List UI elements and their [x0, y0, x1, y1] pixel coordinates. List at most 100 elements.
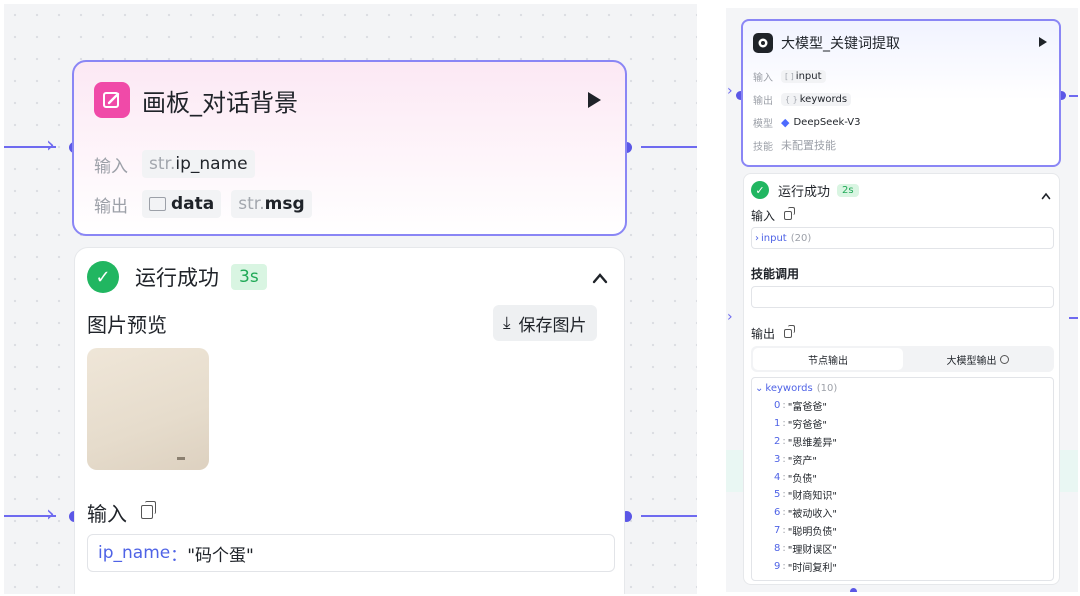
- skill-call-box: [751, 286, 1054, 308]
- bottom-port[interactable]: [850, 588, 857, 592]
- keyword-value: "财商知识": [787, 491, 837, 503]
- run-status: 运行成功: [778, 184, 831, 200]
- keyword-index: 8: [774, 542, 781, 554]
- canvas-icon: [94, 82, 130, 118]
- llm-node-card[interactable]: 大模型_关键词提取 输入 [ ] input 输出 { } keywords 模…: [741, 19, 1061, 167]
- keyword-row: 9: "时间复利": [774, 557, 837, 575]
- preview-title: 图片预览: [87, 312, 167, 337]
- param-name: input: [795, 70, 822, 82]
- run-node-play-icon[interactable]: [588, 92, 601, 108]
- collapse-chevron-icon[interactable]: [1041, 185, 1051, 204]
- output-key: keywords: [765, 382, 813, 394]
- type-label: { }: [785, 94, 798, 104]
- keyword-list: 0: "富爸爸" 1: "穷爸爸" 2: "思维差异" 3: "资产" 4: "负债" 5: "财商知…: [774, 397, 837, 575]
- tab-llm-output[interactable]: 大模型输出: [903, 348, 1052, 370]
- keyword-separator: :: [782, 507, 786, 519]
- output-param-chip: data: [142, 190, 222, 218]
- keyword-separator: :: [782, 542, 786, 554]
- node-title: 大模型_关键词提取: [781, 36, 900, 52]
- type-label: str.: [149, 154, 176, 174]
- input-value-box: ip_name ： "码个蛋": [87, 534, 615, 572]
- image-preview-thumbnail[interactable]: [87, 348, 209, 470]
- keyword-separator: :: [782, 400, 786, 412]
- input-count: (20): [790, 232, 812, 244]
- param-name: msg: [264, 194, 305, 214]
- keyword-separator: :: [782, 418, 786, 430]
- expand-chevron-icon[interactable]: ›: [755, 233, 759, 244]
- keyword-value: "时间复利": [787, 562, 837, 574]
- image-type-icon: [149, 197, 166, 211]
- save-image-button[interactable]: ⤓ 保存图片: [493, 305, 597, 341]
- keyword-index: 5: [774, 489, 781, 501]
- model-name: DeepSeek-V3: [793, 116, 861, 128]
- output-param-chip: { } keywords: [781, 92, 852, 106]
- param-name: data: [171, 194, 215, 214]
- keyword-separator: :: [782, 435, 786, 447]
- download-icon: ⤓: [503, 313, 511, 333]
- node-title: 画板_对话背景: [142, 88, 298, 117]
- keyword-row: 3: "资产": [774, 450, 837, 468]
- edge-out: [1069, 95, 1078, 97]
- arrow-right-icon: ›: [727, 83, 733, 99]
- input-value: "码个蛋": [187, 545, 254, 566]
- keyword-row: 2: "思维差异": [774, 433, 837, 451]
- output-label: 输出: [753, 95, 773, 107]
- param-name: keywords: [799, 93, 848, 105]
- run-status: 运行成功: [135, 266, 219, 290]
- output-title: 输出: [751, 326, 776, 341]
- output-label: 输出: [94, 196, 128, 217]
- output-json-viewer: ⌄ keywords (10) 0: "富爸爸" 1: "穷爸爸" 2: "思维差异" 3:…: [751, 377, 1054, 581]
- keyword-index: 6: [774, 507, 781, 519]
- input-value-box: › input (20): [751, 227, 1054, 249]
- copy-icon[interactable]: [141, 501, 156, 519]
- expand-chevron-icon[interactable]: ⌄: [755, 383, 763, 394]
- keyword-index: 0: [774, 400, 781, 412]
- arrow-right-icon: ›: [46, 502, 55, 527]
- skill-value: 未配置技能: [781, 139, 836, 152]
- keyword-row: 1: "穷爸爸": [774, 415, 837, 433]
- arrow-right-icon: ›: [727, 309, 733, 325]
- param-name: ip_name: [175, 154, 248, 174]
- keyword-value: "聪明负债": [787, 526, 837, 538]
- run-result-panel: ✓ 运行成功 2s 输入 › input (20) 技能调用 输出 节点输出 大…: [743, 173, 1060, 585]
- keyword-index: 7: [774, 524, 781, 536]
- keyword-separator: :: [782, 560, 786, 572]
- output-param-chip: str. msg: [231, 190, 312, 218]
- keyword-index: 9: [774, 560, 781, 572]
- edge-out: [1069, 317, 1078, 319]
- copy-icon[interactable]: [784, 206, 796, 220]
- keyword-separator: :: [782, 471, 786, 483]
- run-result-panel: ✓ 运行成功 3s 图片预览 ⤓ 保存图片 输入 ip_name ： "码个蛋": [74, 247, 625, 594]
- success-check-icon: ✓: [751, 181, 769, 199]
- skill-call-title: 技能调用: [751, 266, 800, 281]
- keyword-value: "负债": [787, 473, 817, 485]
- canvas-node-card[interactable]: 画板_对话背景 输入 str. ip_name 输出 data str. msg: [72, 60, 627, 236]
- type-label: str.: [238, 194, 265, 214]
- keyword-row: 4: "负债": [774, 468, 837, 486]
- keyword-value: "富爸爸": [787, 402, 827, 414]
- keyword-value: "穷爸爸": [787, 420, 827, 432]
- input-param-chip: [ ] input: [781, 69, 826, 83]
- keyword-value: "资产": [787, 455, 817, 467]
- input-param-chip: str. ip_name: [142, 150, 255, 178]
- skill-label: 技能: [753, 141, 773, 153]
- info-icon: [999, 354, 1009, 364]
- keyword-separator: :: [782, 453, 786, 465]
- keyword-value: "思维差异": [787, 437, 837, 449]
- copy-icon[interactable]: [784, 324, 796, 338]
- run-node-play-icon[interactable]: [1039, 37, 1047, 47]
- keyword-separator: :: [782, 524, 786, 536]
- keyword-index: 3: [774, 453, 781, 465]
- canvas-left[interactable]: › › 画板_对话背景 输入 str. ip_name 输出 data str.…: [4, 4, 697, 594]
- keyword-index: 2: [774, 435, 781, 447]
- keyword-value: "被动收入": [787, 509, 837, 521]
- edge-out-top: [641, 146, 697, 148]
- collapse-chevron-icon[interactable]: [592, 268, 608, 289]
- keyword-row: 8: "理财误区": [774, 539, 837, 557]
- keyword-separator: :: [782, 489, 786, 501]
- keyword-value: "理财误区": [787, 544, 837, 556]
- canvas-right[interactable]: › › 大模型_关键词提取 输入 [ ] input 输出 { } keywor…: [726, 8, 1078, 592]
- success-check-icon: ✓: [87, 261, 119, 293]
- tab-node-output[interactable]: 节点输出: [753, 348, 903, 370]
- arrow-right-icon: ›: [46, 133, 55, 158]
